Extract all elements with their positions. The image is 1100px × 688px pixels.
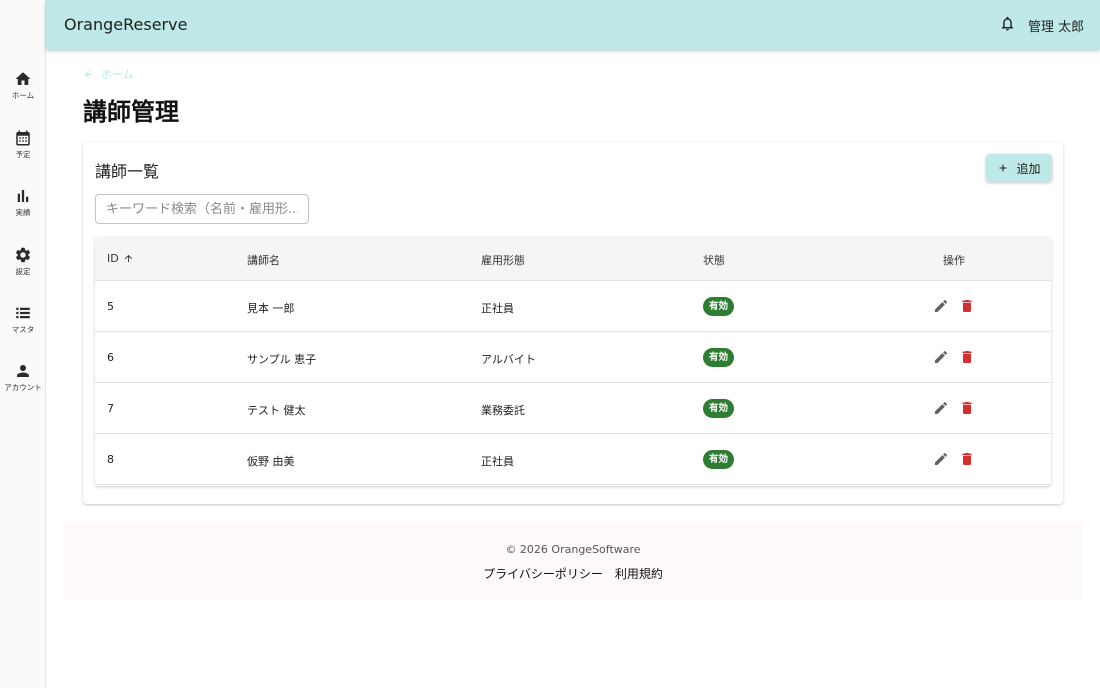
bar-chart-icon [17, 190, 29, 202]
terms-link[interactable]: 利用規約 [615, 565, 663, 582]
table-row: 7 テスト 健太 業務委託 有効 [95, 383, 1051, 434]
page-title: 講師管理 [83, 98, 179, 126]
edit-icon[interactable] [933, 349, 949, 365]
arrow-back-icon [84, 70, 93, 78]
plus-icon [999, 164, 1007, 172]
footer: © 2026 OrangeSoftware プライバシーポリシー 利用規約 [64, 522, 1082, 600]
sidebar-item-results[interactable]: 実績 [0, 179, 46, 229]
delete-icon[interactable] [959, 451, 975, 467]
status-badge: 有効 [703, 297, 735, 316]
sidebar-item-label: マスタ [11, 325, 35, 334]
cell-name: 見本 一郎 [247, 302, 295, 315]
list-icon [16, 307, 30, 319]
app-bar: OrangeReserve 管理 太郎 [46, 0, 1100, 49]
footer-links: プライバシーポリシー 利用規約 [64, 565, 1082, 582]
home-icon [15, 72, 31, 85]
bell-icon[interactable] [999, 15, 1016, 32]
header-id[interactable]: ID [107, 252, 134, 265]
sidebar-item-label: アカウント [4, 383, 42, 392]
calendar-icon [16, 130, 30, 146]
sidebar-item-settings[interactable]: 設定 [0, 238, 46, 288]
search-input[interactable] [95, 194, 309, 224]
table-header: ID 講師名 雇用形態 状態 操作 [95, 237, 1051, 281]
app-title[interactable]: OrangeReserve [64, 15, 187, 34]
cell-name: サンプル 恵子 [247, 353, 317, 366]
delete-icon[interactable] [959, 349, 975, 365]
status-badge: 有効 [703, 348, 735, 367]
header-actions: 操作 [943, 254, 965, 267]
cell-name: テスト 健太 [247, 404, 306, 417]
delete-icon[interactable] [959, 400, 975, 416]
privacy-policy-link[interactable]: プライバシーポリシー [483, 565, 603, 582]
status-badge: 有効 [703, 399, 735, 418]
cell-name: 仮野 由美 [247, 455, 295, 468]
header-id-label: ID [107, 252, 119, 265]
sidebar-item-label: 予定 [15, 150, 31, 159]
sidebar-item-label: 実績 [15, 208, 31, 217]
cell-employment: アルバイト [481, 353, 536, 366]
sidebar-item-home[interactable]: ホーム [0, 62, 46, 112]
delete-icon[interactable] [959, 298, 975, 314]
sidebar-item-label: 設定 [15, 267, 31, 276]
add-button-label: 追加 [1016, 161, 1041, 176]
cell-id: 8 [107, 453, 114, 466]
card-title: 講師一覧 [95, 162, 160, 181]
edit-icon[interactable] [933, 451, 949, 467]
sidebar: ホーム 予定 実績 設定 マスタ アカウント [0, 0, 46, 688]
arrow-up-icon [124, 254, 132, 263]
sidebar-item-schedule[interactable]: 予定 [0, 121, 46, 171]
sidebar-item-master[interactable]: マスタ [0, 296, 46, 346]
copyright: © 2026 OrangeSoftware [505, 543, 641, 556]
cell-employment: 正社員 [481, 455, 514, 468]
user-menu[interactable]: 管理 太郎 [1028, 16, 1084, 35]
breadcrumb-home-link[interactable]: ホーム [101, 66, 134, 82]
cell-employment: 業務委託 [481, 404, 525, 417]
instructor-table: ID 講師名 雇用形態 状態 操作 5 見本 一郎 正社員 有効 6 サンプル … [95, 237, 1051, 486]
cell-id: 5 [107, 300, 114, 313]
header-status[interactable]: 状態 [703, 252, 725, 268]
status-badge: 有効 [703, 450, 735, 469]
person-icon [17, 365, 29, 377]
table-row: 5 見本 一郎 正社員 有効 [95, 281, 1051, 332]
table-row: 8 仮野 由美 正社員 有効 [95, 434, 1051, 485]
gear-icon [15, 247, 31, 263]
cell-employment: 正社員 [481, 302, 514, 315]
table-row: 6 サンプル 恵子 アルバイト 有効 [95, 332, 1051, 383]
sidebar-item-account[interactable]: アカウント [0, 354, 46, 404]
sidebar-item-label: ホーム [11, 91, 35, 100]
edit-icon[interactable] [933, 400, 949, 416]
header-name[interactable]: 講師名 [247, 252, 280, 268]
cell-id: 6 [107, 351, 114, 364]
add-button[interactable]: 追加 [986, 154, 1052, 182]
breadcrumb[interactable]: ホーム [83, 66, 134, 82]
edit-icon[interactable] [933, 298, 949, 314]
cell-id: 7 [107, 402, 114, 415]
instructor-list-card: 講師一覧 追加 ID 講師名 雇用形態 状態 操作 5 見本 一郎 正社員 有効… [83, 142, 1063, 504]
header-employment[interactable]: 雇用形態 [481, 252, 525, 268]
